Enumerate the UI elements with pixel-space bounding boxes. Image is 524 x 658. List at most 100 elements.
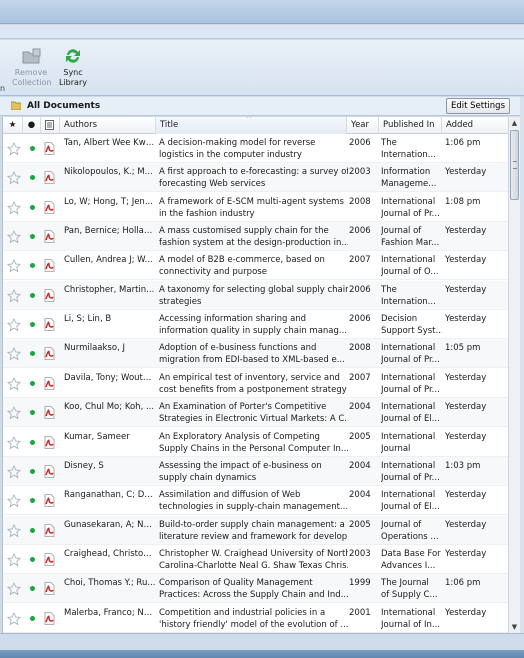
favorite-star-icon[interactable] (7, 259, 21, 273)
read-status-icon[interactable] (30, 468, 35, 474)
collection-title: All Documents (27, 101, 101, 111)
year-cell: 2006 (349, 226, 371, 237)
pdf-file-icon[interactable] (43, 347, 56, 361)
file-column-header[interactable] (41, 117, 60, 134)
read-status-icon[interactable] (30, 556, 35, 562)
favorite-column-header[interactable]: ★ (3, 117, 23, 134)
read-status-icon[interactable] (30, 586, 35, 592)
pdf-file-icon[interactable] (43, 230, 56, 243)
pdf-file-icon[interactable] (43, 582, 56, 596)
remove-collection-button[interactable]: Remove Collection (12, 46, 52, 94)
table-row[interactable]: Nurmilaakso, J Adoption of e-business fun… (3, 339, 508, 369)
favorite-star-icon[interactable] (7, 142, 21, 156)
pdf-file-icon[interactable] (43, 494, 56, 508)
table-row[interactable]: Koo, Chul Mo; Koh, ... An Examination of … (3, 398, 508, 428)
favorite-star-icon[interactable] (7, 376, 21, 391)
pdf-file-icon[interactable] (43, 376, 56, 390)
favorite-star-icon[interactable] (7, 582, 21, 596)
table-row[interactable]: Ranganathan, C; Dh... Assimilation and di… (3, 486, 508, 516)
authors-cell: Li, S; Lin, B (64, 314, 112, 325)
title-line-1: Adoption of e-business functions and (159, 343, 317, 354)
favorite-star-icon[interactable] (7, 523, 21, 538)
scroll-down-icon[interactable]: ▼ (509, 621, 520, 633)
table-row[interactable]: Davila, Tony; Woute... An empirical test … (3, 369, 508, 398)
authors-cell: Davila, Tony; Woute... (64, 372, 156, 383)
table-row[interactable]: Tan, Albert Wee Kwa... A decision-making … (3, 134, 508, 163)
favorite-star-icon[interactable] (7, 230, 21, 244)
pdf-file-icon[interactable] (43, 523, 56, 537)
pdf-file-icon[interactable] (43, 142, 56, 155)
read-status-icon[interactable] (30, 146, 35, 151)
title-line-1: Assimilation and diffusion of Web (159, 490, 301, 501)
sync-library-button[interactable]: Sync Library (54, 46, 92, 94)
table-row[interactable]: Nikolopoulos, K.; M... A first approach t… (3, 163, 508, 193)
title-line-2: connectivity and purpose (159, 267, 267, 278)
table-row[interactable]: Lo, W; Hong, T; Jen... A framework of E-S… (3, 193, 508, 222)
title-line-1: Competition and industrial policies in a (159, 607, 326, 618)
published-in-cell: International Journal of El... (381, 401, 442, 425)
favorite-star-icon[interactable] (7, 200, 21, 215)
favorite-star-icon[interactable] (7, 347, 21, 361)
read-status-icon[interactable] (30, 527, 35, 533)
read-status-icon[interactable] (30, 263, 35, 269)
table-row[interactable]: Christopher, Martin... A taxonomy for sel… (3, 280, 508, 310)
favorite-star-icon[interactable] (7, 318, 21, 332)
table-row[interactable]: Gunasekaran, A; Ng... Build-to-order supp… (3, 515, 508, 545)
pdf-file-icon[interactable] (43, 288, 56, 302)
table-row[interactable]: Kumar, Sameer An Exploratory Analysis of … (3, 428, 508, 457)
read-status-icon[interactable] (30, 498, 35, 504)
read-status-icon[interactable] (30, 175, 35, 181)
pdf-file-icon[interactable] (43, 259, 56, 273)
authors-cell: Nikolopoulos, K.; M... (64, 167, 153, 178)
published-in-line-2: Internation... (381, 296, 436, 307)
read-status-column-header[interactable]: ● (23, 117, 41, 134)
favorite-star-icon[interactable] (7, 494, 21, 508)
title-line-2: 'history friendly' model of the evolutio… (159, 619, 348, 630)
pdf-file-icon[interactable] (43, 611, 56, 625)
vertical-scrollbar[interactable]: ▲ ▼ (508, 117, 520, 633)
table-row[interactable]: Disney, S Assessing the impact of e-busin… (3, 456, 508, 486)
title-column-header[interactable]: Title ^ (156, 117, 347, 134)
edit-settings-button[interactable]: Edit Settings (445, 98, 510, 114)
authors-column-header[interactable]: Authors (60, 117, 156, 134)
documents-header-bar: All Documents Edit Settings (0, 97, 524, 116)
pdf-file-icon[interactable] (43, 318, 56, 331)
table-row[interactable]: Pan, Bernice; Hollan... A mass customised… (3, 222, 508, 252)
year-column-header[interactable]: Year (347, 117, 379, 134)
title-cell: An Examination of Porter's Competitive St… (159, 401, 348, 425)
read-status-icon[interactable] (30, 380, 35, 386)
favorite-star-icon[interactable] (7, 288, 21, 303)
read-status-icon[interactable] (30, 322, 35, 328)
favorite-star-icon[interactable] (7, 435, 21, 450)
read-status-icon[interactable] (30, 234, 35, 240)
favorite-star-icon[interactable] (7, 464, 21, 479)
added-column-header[interactable]: Added (442, 117, 508, 134)
read-status-icon[interactable] (30, 351, 35, 357)
table-row[interactable]: Craighead, Christop... Christopher W. Cra… (3, 545, 508, 574)
title-cell: Assimilation and diffusion of Web technol… (159, 489, 348, 513)
read-status-icon[interactable] (30, 410, 35, 416)
pdf-file-icon[interactable] (43, 464, 56, 478)
favorite-star-icon[interactable] (7, 406, 21, 420)
scroll-thumb[interactable] (510, 130, 519, 200)
pdf-file-icon[interactable] (43, 200, 56, 214)
pdf-file-icon[interactable] (43, 435, 56, 449)
table-row[interactable]: Malerba, Franco; Ne... Competition and in… (3, 604, 508, 633)
read-status-icon[interactable] (30, 292, 35, 298)
pdf-file-icon[interactable] (43, 552, 56, 566)
published-in-line-2: Journal of El... (381, 414, 440, 425)
table-row[interactable]: Choi, Thomas Y.; Ru... Comparison of Qual… (3, 574, 508, 604)
favorite-star-icon[interactable] (7, 552, 21, 567)
table-row[interactable]: Cullen, Andrea J; W... A model of B2B e-c… (3, 251, 508, 281)
authors-cell: Disney, S (64, 460, 104, 471)
read-status-icon[interactable] (30, 615, 35, 621)
pdf-file-icon[interactable] (43, 406, 56, 420)
scroll-up-icon[interactable]: ▲ (509, 117, 520, 129)
table-row[interactable]: Li, S; Lin, B Accessing information shari… (3, 310, 508, 340)
read-status-icon[interactable] (30, 204, 35, 210)
favorite-star-icon[interactable] (7, 171, 21, 185)
favorite-star-icon[interactable] (7, 611, 21, 626)
pdf-file-icon[interactable] (43, 171, 56, 185)
read-status-icon[interactable] (30, 439, 35, 445)
published-in-column-header[interactable]: Published In (379, 117, 442, 134)
